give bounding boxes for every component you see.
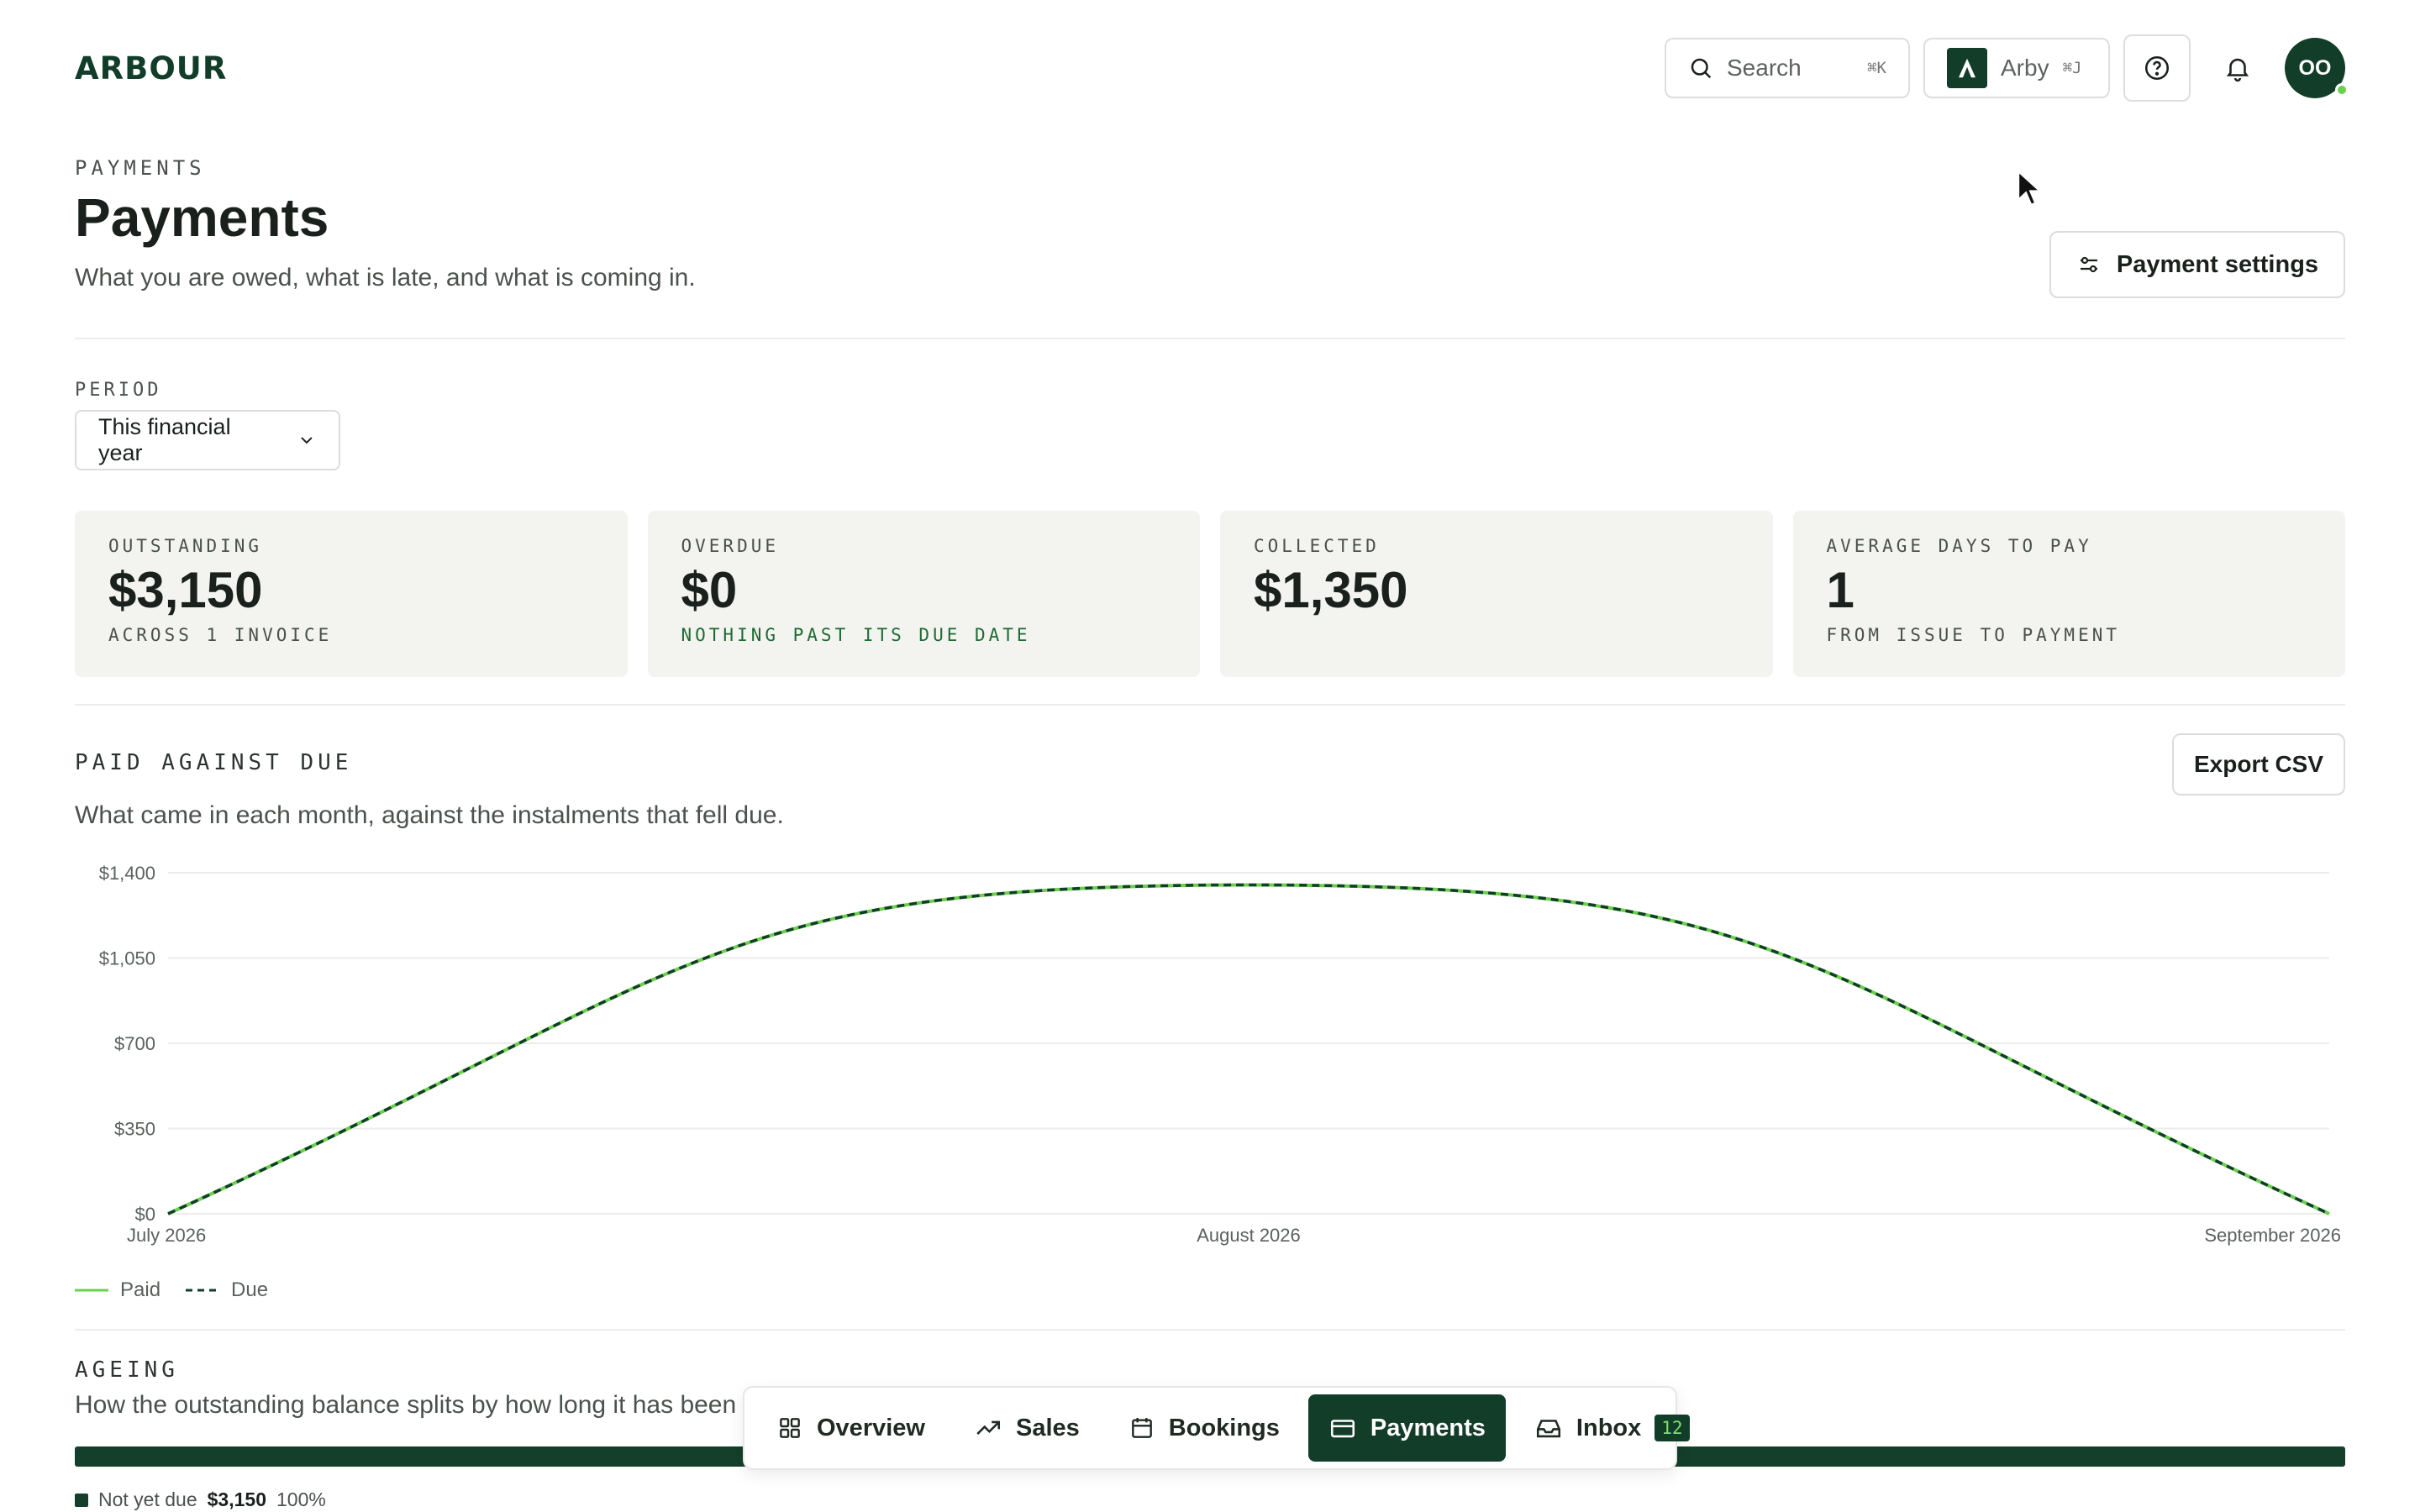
- divider: [75, 1329, 2345, 1331]
- x-tick-label: September 2026: [2204, 1225, 2341, 1246]
- nav-item-sales[interactable]: Sales: [954, 1394, 1100, 1462]
- x-tick-label: July 2026: [127, 1225, 206, 1246]
- nav-item-overview[interactable]: Overview: [756, 1394, 945, 1462]
- ageing-bucket-amount: $3,150: [207, 1488, 266, 1510]
- series-line-paid: [167, 883, 2330, 1215]
- legend-swatch-paid: [75, 1289, 108, 1292]
- mouse-cursor-icon: [2017, 170, 2044, 207]
- nav-item-bookings[interactable]: Bookings: [1108, 1394, 1300, 1462]
- y-tick-label: $350: [114, 1119, 155, 1140]
- paid-against-due-chart: $0 $350 $700 $1,050 $1,400 July 2026 August 20…: [99, 863, 2341, 1246]
- legend-swatch-due: [186, 1289, 220, 1292]
- card-icon: [1330, 1420, 1355, 1438]
- bottom-nav: Overview Sales Bookings Payments Inbox 1…: [743, 1386, 1690, 1470]
- legend-item-paid: Paid: [75, 1278, 160, 1302]
- nav-label: Sales: [1015, 1414, 1080, 1441]
- section-subtitle-ageing: How the outstanding balance splits by ho…: [75, 1391, 737, 1419]
- inbox-icon: [1536, 1420, 1560, 1438]
- y-tick-label: $700: [114, 1033, 155, 1054]
- nav-label: Payments: [1370, 1414, 1486, 1441]
- ageing-bucket-percent: 100%: [276, 1488, 326, 1510]
- nav-label: Bookings: [1168, 1414, 1280, 1441]
- nav-label: Inbox: [1576, 1414, 1642, 1441]
- chart-legend: Paid Due: [75, 1278, 268, 1302]
- x-tick-label: August 2026: [1197, 1225, 1301, 1246]
- ageing-swatch: [75, 1493, 88, 1507]
- y-tick-label: $1,400: [99, 863, 155, 884]
- calendar-icon: [1131, 1418, 1152, 1438]
- ageing-bucket-label: Not yet due: [98, 1488, 197, 1510]
- nav-label: Overview: [817, 1414, 925, 1441]
- ageing-legend-item: Not yet due $3,150 100%: [75, 1488, 326, 1511]
- y-tick-label: $0: [135, 1204, 155, 1225]
- section-title-ageing: AGEING: [75, 1357, 179, 1383]
- nav-item-inbox[interactable]: Inbox 12: [1514, 1394, 1710, 1462]
- series-line-due: [167, 883, 2330, 1215]
- legend-label: Paid: [120, 1278, 161, 1301]
- legend-label: Due: [231, 1278, 269, 1301]
- y-tick-label: $1,050: [99, 948, 155, 969]
- trend-icon: [976, 1420, 1001, 1435]
- legend-item-due: Due: [186, 1278, 268, 1302]
- nav-item-payments[interactable]: Payments: [1307, 1394, 1506, 1462]
- inbox-count-badge: 12: [1655, 1415, 1690, 1441]
- grid-icon: [780, 1418, 800, 1438]
